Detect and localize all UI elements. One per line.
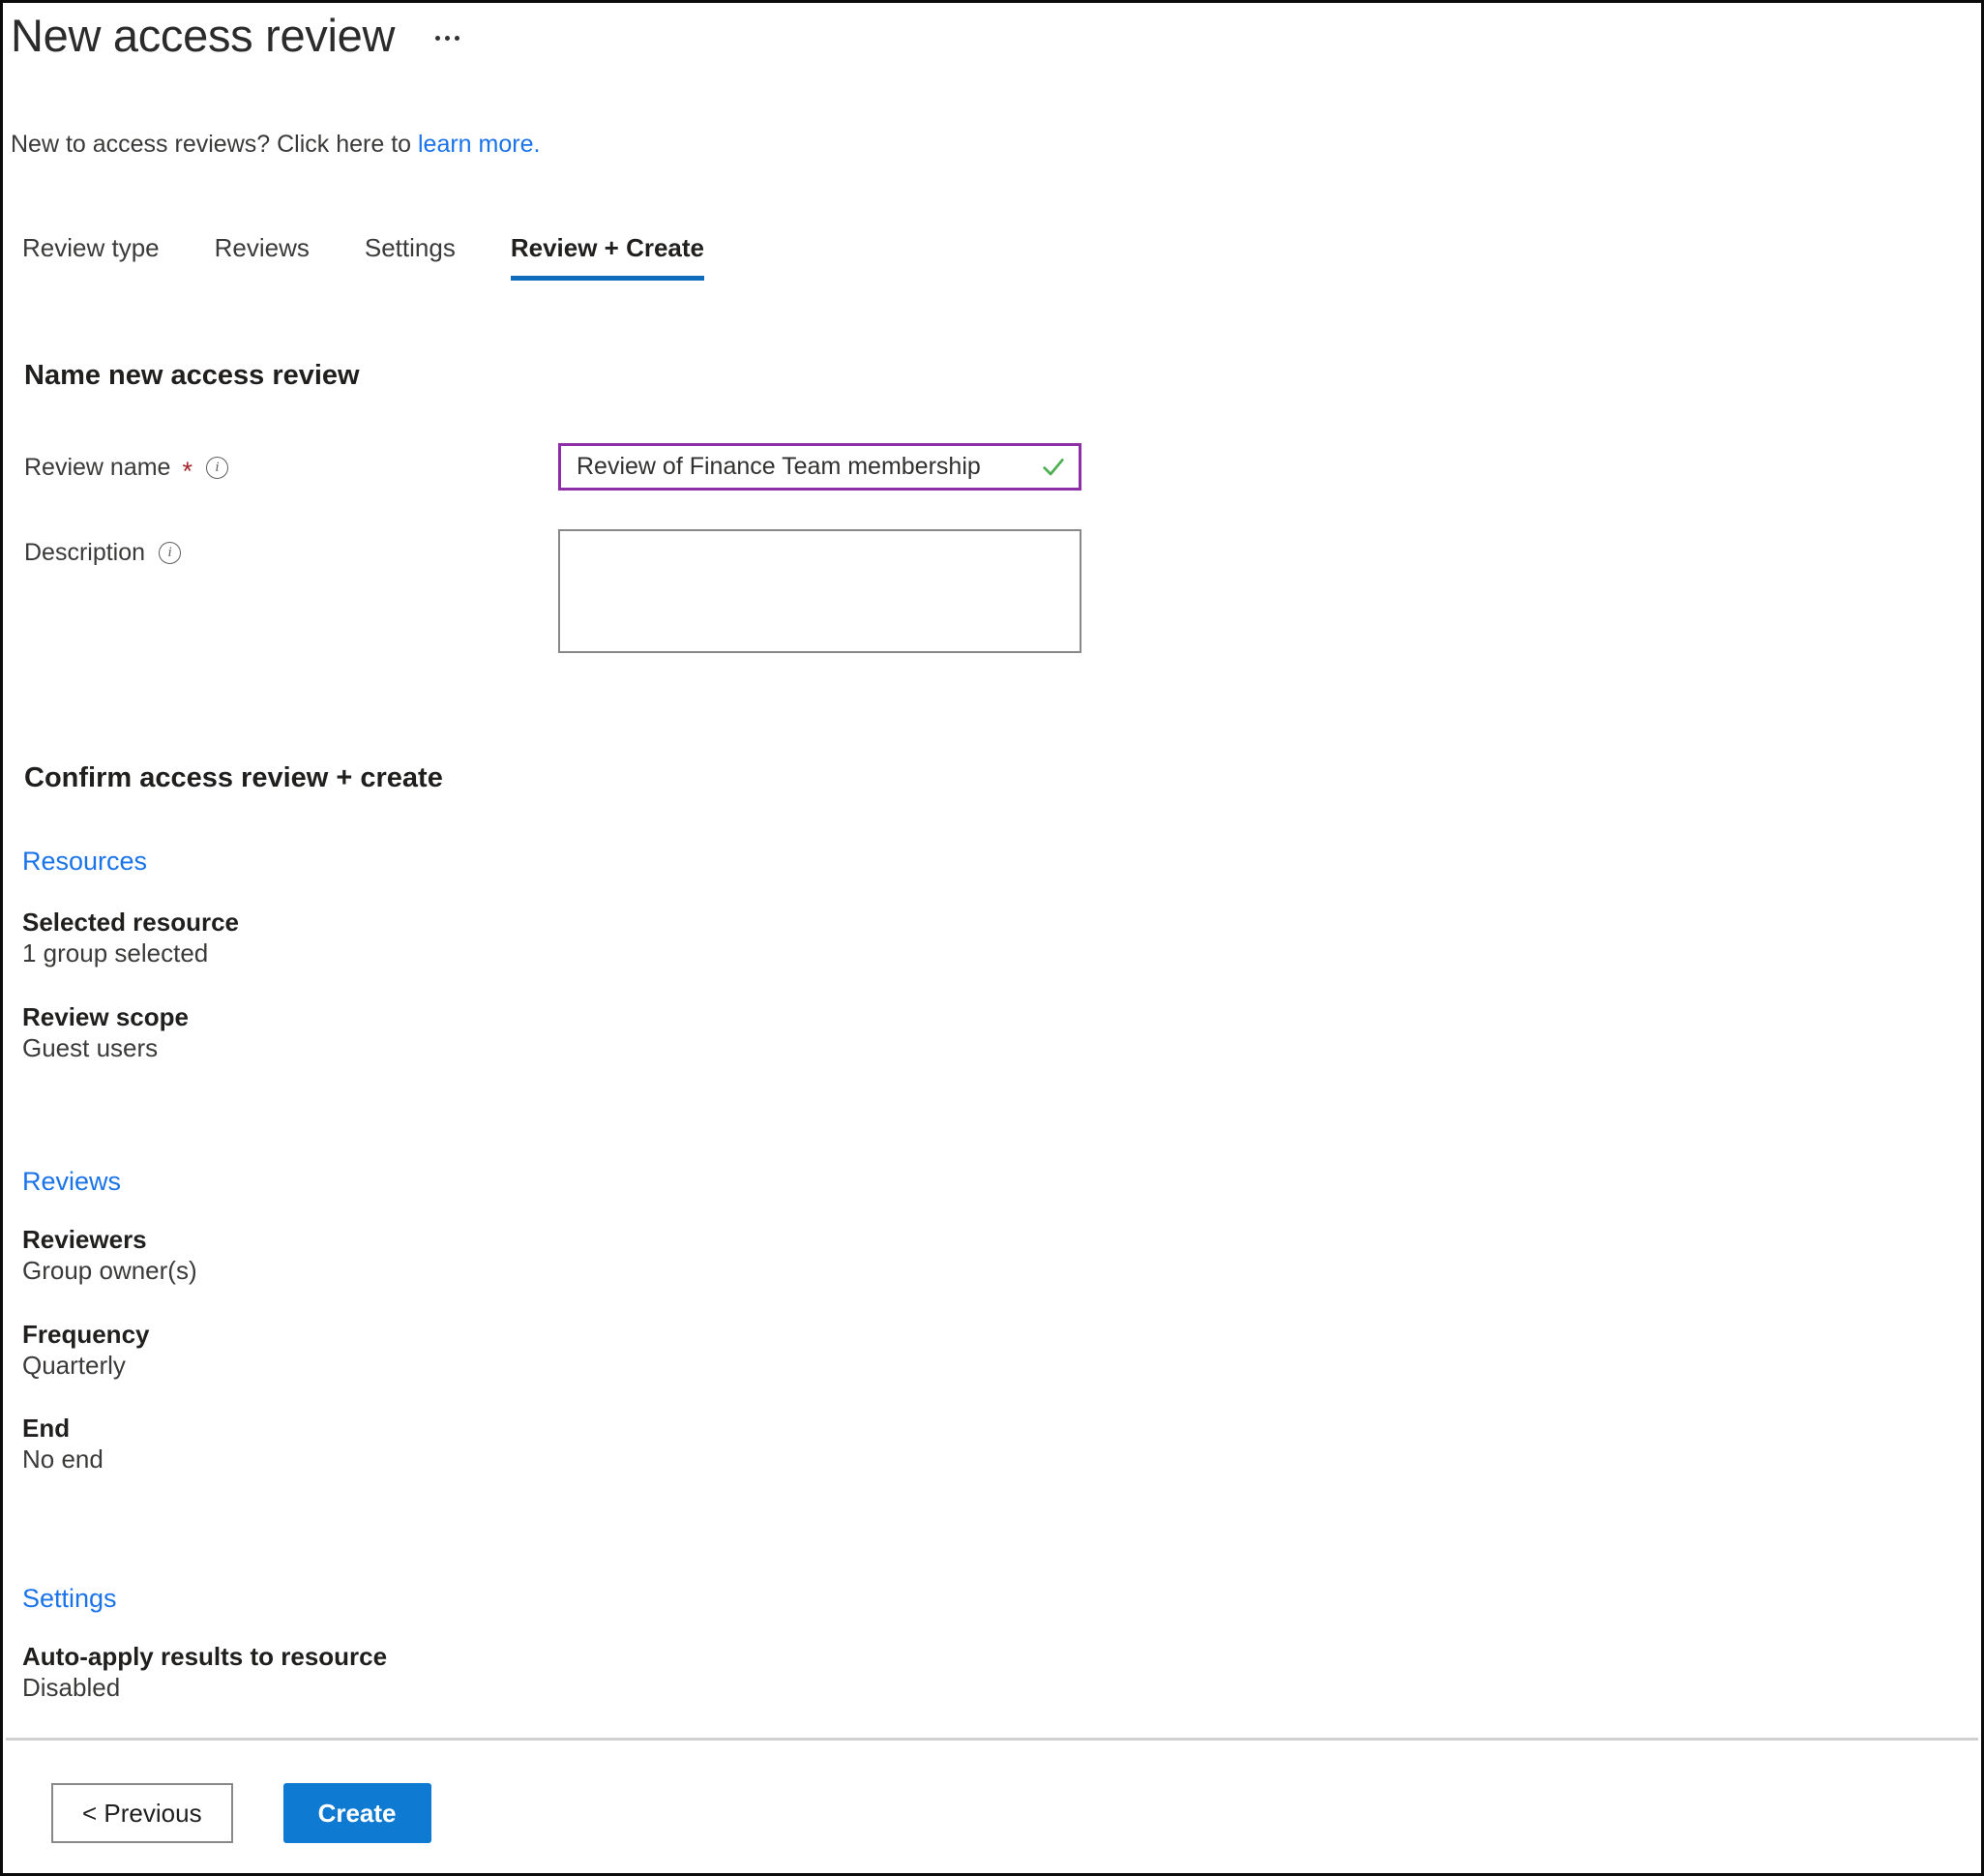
summary-key: Reviewers: [22, 1225, 147, 1254]
summary-value: 1 group selected: [22, 938, 209, 968]
summary-item-selected-resource: Selected resource 1 group selected: [22, 908, 239, 968]
review-name-label: Review name * i: [24, 454, 228, 486]
ellipsis-dot-1: [435, 36, 441, 41]
review-name-input[interactable]: [577, 453, 1036, 481]
new-access-review-blade: New access review New to access reviews?…: [0, 0, 1984, 1876]
name-section-heading: Name new access review: [24, 360, 360, 391]
summary-key: Review scope: [22, 1002, 189, 1031]
learn-more-link[interactable]: learn more.: [418, 131, 540, 158]
checkmark-icon: [1043, 458, 1064, 475]
required-asterisk: *: [182, 457, 192, 486]
summary-key: Auto-apply results to resource: [22, 1642, 388, 1671]
confirm-section-heading: Confirm access review + create: [24, 762, 443, 793]
summary-key: End: [22, 1414, 71, 1443]
review-name-info-icon[interactable]: i: [205, 457, 228, 479]
tab-settings[interactable]: Settings: [365, 233, 456, 284]
review-name-label-text: Review name: [24, 454, 171, 481]
summary-value: Disabled: [22, 1672, 121, 1702]
review-name-field[interactable]: [558, 443, 1081, 491]
summary-group-link-settings[interactable]: Settings: [22, 1584, 117, 1614]
page-title: New access review: [11, 10, 396, 61]
summary-value: No end: [22, 1444, 104, 1474]
summary-item-review-scope: Review scope Guest users: [22, 1002, 189, 1063]
tab-reviews[interactable]: Reviews: [215, 233, 310, 284]
more-options-icon[interactable]: [429, 26, 465, 45]
previous-button[interactable]: < Previous: [51, 1783, 233, 1843]
summary-value: Guest users: [22, 1032, 159, 1062]
tab-review-create[interactable]: Review + Create: [510, 233, 705, 284]
blade-header: New access review: [11, 13, 465, 58]
ellipsis-dot-3: [455, 36, 460, 41]
summary-item-reviewers: Reviewers Group owner(s): [22, 1225, 197, 1286]
summary-group-link-reviews[interactable]: Reviews: [22, 1167, 121, 1197]
summary-key: Frequency: [22, 1320, 150, 1349]
description-info-icon[interactable]: i: [159, 542, 182, 564]
tab-review-type[interactable]: Review type: [22, 233, 160, 284]
footer-divider: [6, 1738, 1978, 1741]
wizard-tabs: Review type Reviews Settings Review + Cr…: [22, 233, 705, 284]
description-label-text: Description: [24, 539, 146, 566]
summary-item-frequency: Frequency Quarterly: [22, 1320, 150, 1381]
create-button[interactable]: Create: [282, 1783, 431, 1843]
intro-text: New to access reviews? Click here to lea…: [11, 131, 540, 159]
summary-key: Selected resource: [22, 908, 240, 937]
description-input[interactable]: [558, 529, 1081, 653]
summary-item-auto-apply: Auto-apply results to resource Disabled: [22, 1642, 387, 1703]
summary-value: Group owner(s): [22, 1255, 197, 1285]
summary-value: Quarterly: [22, 1350, 126, 1380]
summary-item-end: End No end: [22, 1414, 104, 1474]
intro-text-prefix: New to access reviews? Click here to: [11, 131, 418, 158]
footer-actions: < Previous Create: [51, 1783, 431, 1843]
ellipsis-dot-2: [445, 36, 451, 41]
description-label: Description i: [24, 539, 182, 567]
summary-group-link-resources[interactable]: Resources: [22, 847, 147, 877]
